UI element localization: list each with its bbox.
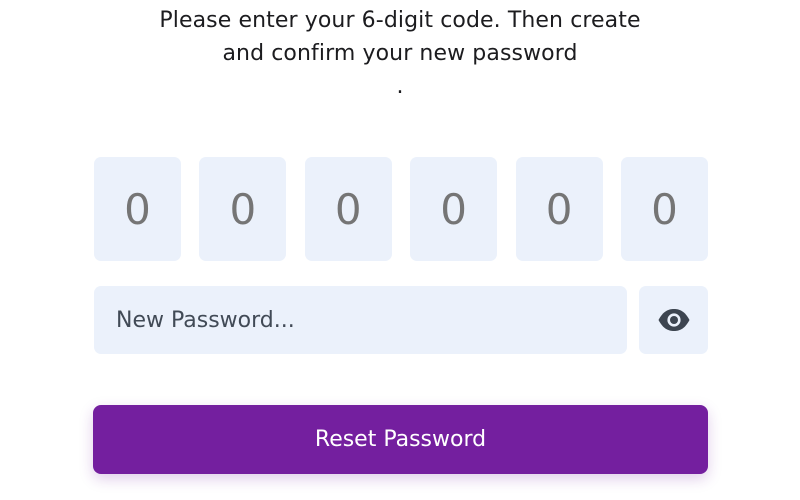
code-digit-3-input[interactable]: [304, 157, 392, 261]
code-digit-2-input[interactable]: [199, 157, 287, 261]
reset-password-screen: Please enter your 6-digit code. Then cre…: [0, 0, 800, 500]
instructions-line-1: Please enter your 6-digit code. Then cre…: [159, 8, 641, 33]
eye-icon: [658, 309, 689, 331]
code-digit-6-input[interactable]: [620, 157, 708, 261]
code-digit-5-input[interactable]: [515, 157, 603, 261]
toggle-password-visibility-button[interactable]: [639, 286, 708, 354]
instructions-line-3: .: [396, 74, 404, 99]
verification-code-inputs: [94, 157, 708, 261]
instructions-line-2: and confirm your new password: [222, 41, 578, 66]
code-digit-1-input[interactable]: [94, 157, 181, 261]
instructions-text: Please enter your 6-digit code. Then cre…: [0, 4, 800, 103]
new-password-row: [94, 286, 708, 354]
new-password-input[interactable]: [94, 286, 627, 354]
reset-password-button[interactable]: Reset Password: [93, 405, 708, 474]
code-digit-4-input[interactable]: [410, 157, 498, 261]
